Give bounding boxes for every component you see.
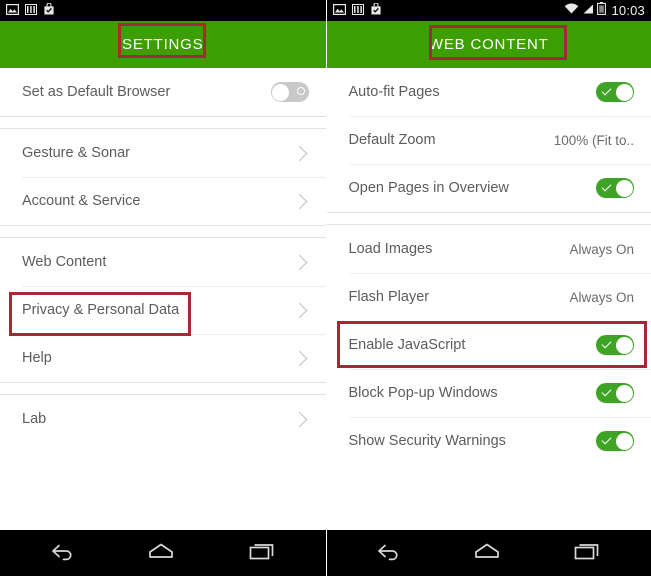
bars-icon [25, 2, 37, 20]
row-load-images[interactable]: Load Images Always On [327, 225, 651, 273]
chevron-right-icon [291, 193, 307, 209]
row-account-and-service[interactable]: Account & Service [0, 177, 326, 225]
row-label: Privacy & Personal Data [22, 302, 180, 318]
row-label: Block Pop-up Windows [348, 385, 498, 401]
row-block-popup-windows[interactable]: Block Pop-up Windows [327, 369, 651, 417]
check-icon [601, 386, 612, 396]
left-nav-bar [0, 530, 326, 576]
row-flash-player[interactable]: Flash Player Always On [327, 273, 651, 321]
page-title: SETTINGS [122, 36, 204, 53]
page-title: WEB CONTENT [428, 36, 549, 53]
settings-group-2: Gesture & Sonar Account & Service [0, 116, 326, 225]
right-phone-screen: 10:03 WEB CONTENT Auto-fit Pages Default… [325, 0, 651, 576]
row-label: Gesture & Sonar [22, 145, 130, 161]
row-open-pages-in-overview[interactable]: Open Pages in Overview [327, 164, 651, 212]
toggle-auto-fit-pages[interactable] [596, 82, 634, 102]
chevron-right-icon [291, 302, 307, 318]
back-icon[interactable] [49, 541, 76, 566]
check-icon [601, 85, 612, 95]
dual-screenshot-container: SETTINGS Set as Default Browser Gesture … [0, 0, 651, 576]
chevron-right-icon [291, 350, 307, 366]
row-help[interactable]: Help [0, 334, 326, 382]
row-auto-fit-pages[interactable]: Auto-fit Pages [327, 68, 651, 116]
row-label: Lab [22, 411, 47, 427]
left-phone-screen: SETTINGS Set as Default Browser Gesture … [0, 0, 326, 576]
row-lab[interactable]: Lab [0, 395, 326, 443]
image-icon [332, 2, 346, 20]
group-spacer [326, 213, 651, 225]
chevron-right-icon [291, 254, 307, 270]
row-label: Web Content [22, 254, 107, 270]
toggle-knob [615, 179, 633, 197]
recents-icon[interactable] [247, 540, 277, 567]
group-spacer [0, 117, 326, 129]
row-label: Set as Default Browser [22, 84, 171, 100]
left-status-bar [0, 0, 326, 21]
group-spacer [0, 383, 326, 395]
toggle-knob [615, 83, 633, 101]
shopping-bag-check-icon [370, 2, 382, 20]
row-label: Flash Player [348, 289, 430, 305]
home-icon[interactable] [145, 541, 177, 566]
row-value: Always On [569, 241, 634, 257]
row-label: Account & Service [22, 193, 141, 209]
right-app-bar: WEB CONTENT [326, 21, 651, 68]
check-icon [601, 338, 612, 348]
row-privacy-and-personal-data[interactable]: Privacy & Personal Data [0, 286, 326, 334]
row-label: Load Images [348, 241, 433, 257]
right-status-indicators: 10:03 [564, 1, 645, 20]
toggle-open-pages-in-overview[interactable] [596, 178, 634, 198]
row-set-as-default-browser[interactable]: Set as Default Browser [0, 68, 326, 116]
row-value: Always On [569, 289, 634, 305]
bars-icon [351, 2, 364, 20]
right-status-bar: 10:03 [326, 0, 651, 21]
left-app-bar: SETTINGS [0, 21, 326, 68]
check-icon [601, 434, 612, 444]
shopping-bag-check-icon [43, 2, 55, 20]
row-default-zoom[interactable]: Default Zoom 100% (Fit to.. [327, 116, 651, 164]
chevron-right-icon [291, 411, 307, 427]
row-enable-javascript[interactable]: Enable JavaScript [327, 321, 651, 369]
toggle-knob [272, 83, 289, 101]
toggle-set-as-default-browser[interactable] [270, 82, 309, 102]
left-status-icons [6, 2, 55, 20]
web-content-group-2: Load Images Always On Flash Player Alway… [326, 212, 651, 465]
battery-icon [597, 1, 607, 20]
settings-group-4: Lab [0, 382, 326, 443]
chevron-right-icon [291, 145, 307, 161]
row-label: Help [22, 350, 52, 366]
image-icon [6, 2, 20, 20]
settings-group-3: Web Content Privacy & Personal Data Help [0, 225, 326, 382]
toggle-block-popup-windows[interactable] [596, 383, 634, 403]
check-icon [601, 181, 612, 191]
row-label: Open Pages in Overview [348, 180, 509, 196]
row-show-security-warnings[interactable]: Show Security Warnings [327, 417, 651, 465]
row-value: 100% (Fit to.. [553, 132, 634, 148]
row-label: Enable JavaScript [348, 337, 466, 353]
web-content-group-1: Auto-fit Pages Default Zoom 100% (Fit to… [326, 68, 651, 212]
right-nav-bar [326, 530, 651, 576]
signal-icon [582, 2, 594, 20]
settings-list: Set as Default Browser Gesture & Sonar A… [0, 68, 326, 530]
right-status-icons [332, 2, 382, 20]
right-status-clock: 10:03 [611, 3, 645, 18]
row-label: Auto-fit Pages [348, 84, 440, 100]
recents-icon[interactable] [572, 540, 602, 567]
row-gesture-and-sonar[interactable]: Gesture & Sonar [0, 129, 326, 177]
row-label: Show Security Warnings [348, 433, 506, 449]
row-label: Default Zoom [348, 132, 436, 148]
row-web-content[interactable]: Web Content [0, 238, 326, 286]
toggle-knob [615, 336, 633, 354]
toggle-off-ring-icon [296, 87, 305, 95]
home-icon[interactable] [471, 541, 503, 566]
settings-group-1: Set as Default Browser [0, 68, 326, 116]
toggle-show-security-warnings[interactable] [596, 431, 634, 451]
toggle-knob [615, 384, 633, 402]
web-content-list: Auto-fit Pages Default Zoom 100% (Fit to… [326, 68, 651, 530]
toggle-knob [615, 432, 633, 450]
back-icon[interactable] [375, 541, 402, 566]
group-spacer [0, 226, 326, 238]
toggle-enable-javascript[interactable] [596, 335, 634, 355]
wifi-icon [564, 2, 579, 20]
